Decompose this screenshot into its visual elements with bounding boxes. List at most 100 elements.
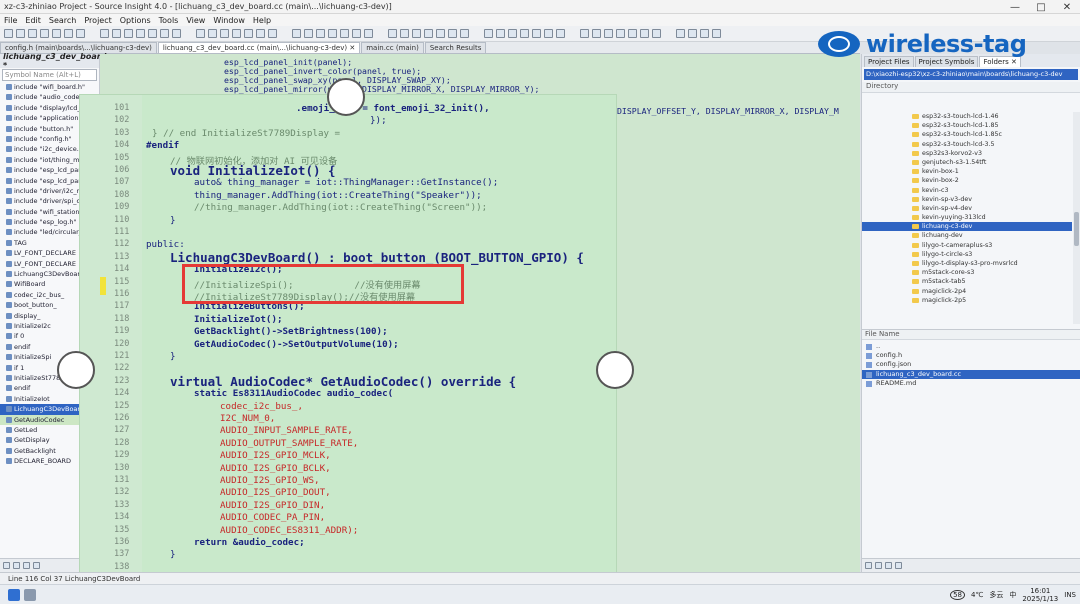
editor-tab[interactable]: lichuang_c3_dev_board.cc (main\...\lichu… <box>157 42 361 53</box>
toolbar-button-icon[interactable] <box>700 29 709 38</box>
code-line[interactable]: } <box>170 351 176 362</box>
resize-handle-right[interactable] <box>596 351 634 389</box>
folder-item[interactable]: lilygo-t-circle-s3 <box>862 250 1072 259</box>
list-icon[interactable] <box>13 562 20 569</box>
toolbar-button-icon[interactable] <box>652 29 661 38</box>
toolbar-button-icon[interactable] <box>532 29 541 38</box>
code-line[interactable]: GetAudioCodec()->SetOutputVolume(10); <box>194 339 399 350</box>
filter-icon[interactable] <box>23 562 30 569</box>
toolbar-button-icon[interactable] <box>52 29 61 38</box>
toolbar-button-icon[interactable] <box>196 29 205 38</box>
code-line[interactable]: //thing_manager.AddThing(iot::CreateThin… <box>194 202 487 213</box>
toolbar-button-icon[interactable] <box>400 29 409 38</box>
toolbar-button-icon[interactable] <box>292 29 301 38</box>
toolbar-button-icon[interactable] <box>304 29 313 38</box>
toolbar-button-icon[interactable] <box>112 29 121 38</box>
menu-item[interactable]: Help <box>253 16 271 25</box>
maximize-button[interactable]: □ <box>1028 0 1054 14</box>
toolbar-button-icon[interactable] <box>244 29 253 38</box>
menu-item[interactable]: Project <box>84 16 111 25</box>
settings-icon[interactable] <box>33 562 40 569</box>
toolbar-button-icon[interactable] <box>316 29 325 38</box>
editor-tab[interactable]: main.cc (main) <box>361 42 424 53</box>
code-line[interactable]: public: <box>146 239 185 250</box>
menu-item[interactable]: Search <box>49 16 76 25</box>
toolbar-button-icon[interactable] <box>388 29 397 38</box>
code-line[interactable]: thing_manager.AddThing(iot::CreateThing(… <box>194 190 482 201</box>
toolbar-button-icon[interactable] <box>100 29 109 38</box>
folder-item[interactable]: esp32-s3-touch-lcd-1.85 <box>862 121 1072 130</box>
code-line[interactable]: }); <box>370 115 387 126</box>
toolbar-button-icon[interactable] <box>76 29 85 38</box>
toolbar-button-icon[interactable] <box>208 29 217 38</box>
toolbar-button-icon[interactable] <box>508 29 517 38</box>
folder-item[interactable]: lichuang-c3-dev <box>862 222 1072 232</box>
folder-item[interactable]: magiclick-2p4 <box>862 287 1072 296</box>
file-item[interactable]: lichuang_c3_dev_board.cc <box>862 369 1080 379</box>
toolbar-button-icon[interactable] <box>628 29 637 38</box>
code-line[interactable]: } // end InitializeSt7789Display = <box>152 128 340 139</box>
toolbar-button-icon[interactable] <box>712 29 721 38</box>
code-line[interactable]: AUDIO_I2S_GPIO_BCLK, <box>220 463 331 474</box>
file-item[interactable]: config.h <box>862 351 1080 360</box>
code-line[interactable]: } <box>170 549 176 560</box>
toolbar-button-icon[interactable] <box>352 29 361 38</box>
symbol-item[interactable]: include "wifi_board.h" <box>0 82 99 92</box>
toolbar-button-icon[interactable] <box>232 29 241 38</box>
code-line[interactable]: AUDIO_I2S_GPIO_WS, <box>220 475 320 486</box>
start-icon[interactable] <box>8 588 20 601</box>
toolbar-button-icon[interactable] <box>580 29 589 38</box>
folder-item[interactable]: magiclick-2p5 <box>862 296 1072 305</box>
code-line[interactable]: void InitializeIot() { <box>170 163 336 178</box>
folder-item[interactable]: kevin-sp-v4-dev <box>862 204 1072 213</box>
input-language[interactable]: 中 <box>1009 590 1016 600</box>
toolbar-button-icon[interactable] <box>220 29 229 38</box>
search-icon[interactable] <box>24 588 36 601</box>
folder-item[interactable]: esp32-s3-touch-lcd-1.85c <box>862 130 1072 139</box>
toolbar-button-icon[interactable] <box>676 29 685 38</box>
toolbar-button-icon[interactable] <box>340 29 349 38</box>
toolbar-button-icon[interactable] <box>136 29 145 38</box>
file-item[interactable]: .. <box>862 342 1080 351</box>
code-line[interactable]: AUDIO_I2S_GPIO_MCLK, <box>220 450 331 461</box>
menu-item[interactable]: View <box>186 16 205 25</box>
toolbar-button-icon[interactable] <box>64 29 73 38</box>
toolbar-button-icon[interactable] <box>688 29 697 38</box>
clock[interactable]: 16:01 2025/1/13 <box>1022 587 1058 603</box>
code-line[interactable]: InitializeIot(); <box>194 314 283 325</box>
file-item[interactable]: config.json <box>862 360 1080 369</box>
resize-handle-top[interactable] <box>327 78 365 116</box>
toolbar-button-icon[interactable] <box>520 29 529 38</box>
toolbar-button-icon[interactable] <box>28 29 37 38</box>
code-line[interactable]: I2C_NUM_0, <box>220 413 275 424</box>
folder-item[interactable]: esp32-s3-touch-lcd-3.5 <box>862 140 1072 149</box>
toolbar-button-icon[interactable] <box>256 29 265 38</box>
code-line[interactable]: AUDIO_CODEC_ES8311_ADDR); <box>220 525 358 536</box>
toolbar-button-icon[interactable] <box>448 29 457 38</box>
toolbar-button-icon[interactable] <box>544 29 553 38</box>
notification-badge[interactable]: 58 <box>950 590 966 600</box>
tree-icon[interactable] <box>865 562 872 569</box>
folder-item[interactable]: esp32s3-korvo2-v3 <box>862 149 1072 158</box>
toolbar-button-icon[interactable] <box>496 29 505 38</box>
folder-path-input[interactable]: D:\xiaozhi-esp32\xz-c3-zhiniao\main\boar… <box>864 69 1078 80</box>
code-line[interactable]: return &audio_codec; <box>194 537 305 548</box>
menu-item[interactable]: File <box>4 16 17 25</box>
code-line[interactable]: #endif <box>146 140 179 151</box>
folder-item[interactable]: kevin-c3 <box>862 186 1072 195</box>
folder-item[interactable]: kevin-yuying-313lcd <box>862 213 1072 222</box>
minimize-button[interactable]: — <box>1002 0 1028 14</box>
toolbar-button-icon[interactable] <box>364 29 373 38</box>
toolbar-button-icon[interactable] <box>412 29 421 38</box>
toolbar-button-icon[interactable] <box>4 29 13 38</box>
close-button[interactable]: ✕ <box>1054 0 1080 14</box>
toolbar-button-icon[interactable] <box>640 29 649 38</box>
folder-item[interactable]: kevin-sp-v3-dev <box>862 195 1072 204</box>
toolbar-button-icon[interactable] <box>40 29 49 38</box>
toolbar-button-icon[interactable] <box>268 29 277 38</box>
folder-item[interactable]: esp32-s3-touch-lcd-1.46 <box>862 112 1072 121</box>
folder-scrollbar[interactable] <box>1073 112 1080 324</box>
toolbar-button-icon[interactable] <box>604 29 613 38</box>
folder-item[interactable]: m5stack-core-s3 <box>862 268 1072 277</box>
code-line[interactable]: codec_i2c_bus_, <box>220 401 303 412</box>
